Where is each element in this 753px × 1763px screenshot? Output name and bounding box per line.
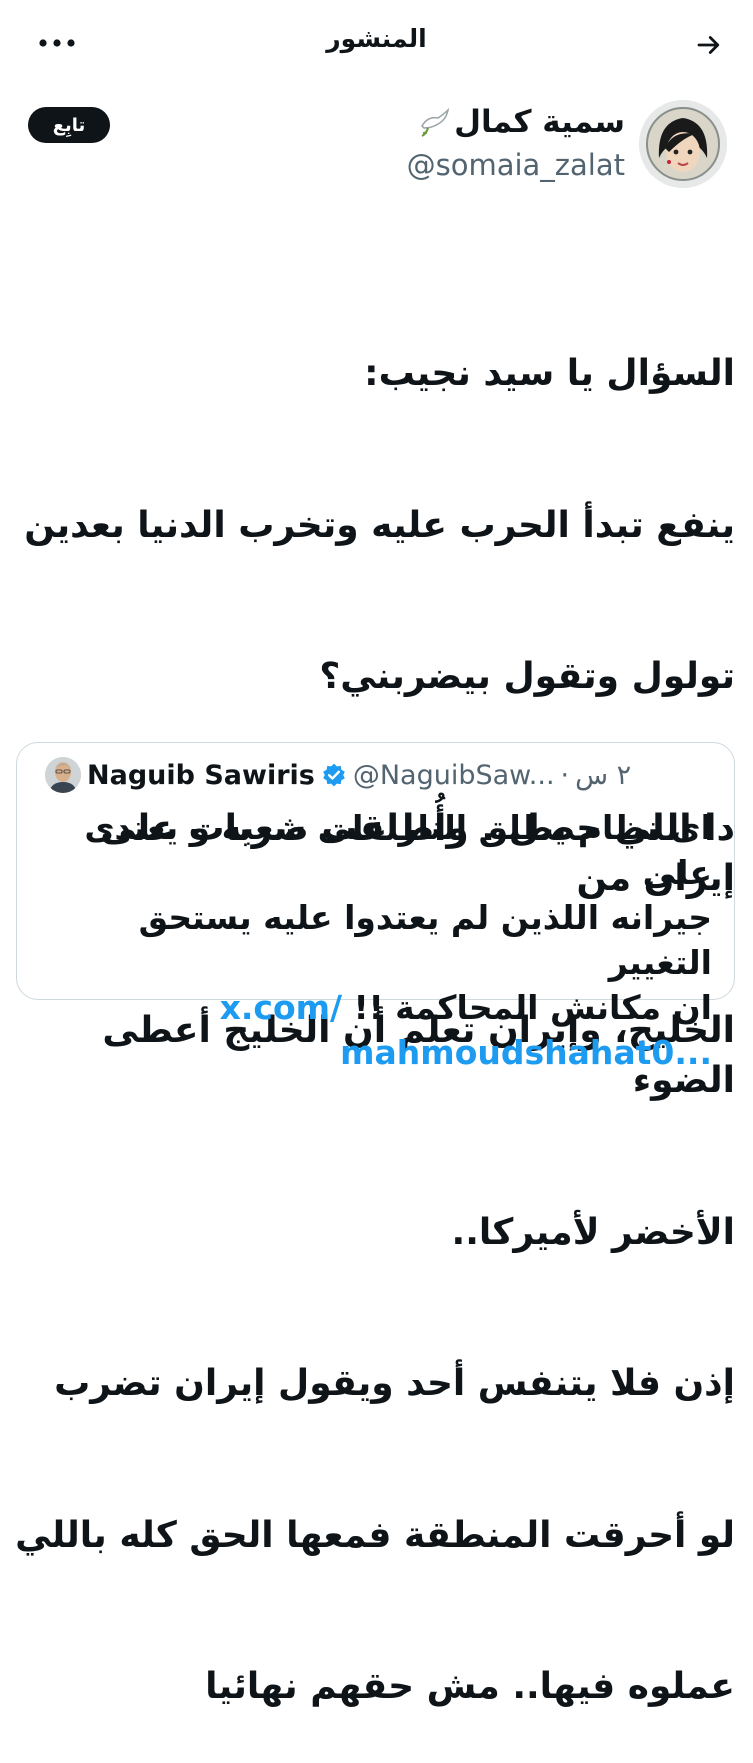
- quoted-tweet-time: ٢ س: [575, 759, 632, 791]
- tweet-line: لو أحرقت المنطقة فمعها الحق كله باللي: [15, 1514, 735, 1556]
- quoted-link[interactable]: x.com/: [220, 988, 343, 1027]
- tweet-line: تولول وتقول بيضربني؟: [319, 656, 735, 697]
- quoted-line: mahmoudshahat0...: [32, 1030, 712, 1075]
- more-horizontal-icon: [39, 39, 75, 47]
- quoted-tweet-header: Naguib Sawiris @NaguibSaw... · ٢ س: [45, 757, 715, 793]
- tweet-line: السؤال يا سيد نجيب:: [364, 353, 735, 394]
- man-avatar-icon: [45, 757, 81, 793]
- follow-button[interactable]: تابِع: [28, 107, 110, 143]
- quoted-line-text: ان مكانش المحاكمة !!: [353, 988, 712, 1027]
- quoted-line: جيرانه اللذين لم يعتدوا عليه يستحق التغي…: [138, 898, 712, 982]
- quoted-link-continued[interactable]: mahmoudshahat0...: [340, 1033, 712, 1072]
- quoted-author-name: Naguib Sawiris: [87, 759, 315, 791]
- tweet-line: ينفع تبدأ الحرب عليه وتخرب الدنيا بعدين: [24, 504, 735, 546]
- avatar[interactable]: [639, 100, 727, 188]
- top-bar: المنشور: [0, 0, 753, 86]
- tweet-line: عملوه فيها.. مش حقهم نهائيا: [205, 1666, 735, 1707]
- dove-emoji-icon: [418, 106, 450, 138]
- quoted-author-handle: @NaguibSaw...: [352, 759, 555, 791]
- tweet-line: إذن فلا يتنفس أحد ويقول إيران تضرب: [54, 1363, 735, 1404]
- quoted-tweet-card[interactable]: Naguib Sawiris @NaguibSaw... · ٢ س اى نظ…: [16, 742, 735, 1072]
- author-handle[interactable]: @somaia_zalat: [407, 148, 625, 182]
- tweet-line: الأخضر لأميركا..: [451, 1211, 735, 1253]
- more-button[interactable]: [32, 26, 82, 60]
- separator-dot: ·: [560, 759, 570, 791]
- author-name-row[interactable]: سمية كمال: [418, 104, 625, 140]
- author-display-name[interactable]: سمية كمال: [454, 104, 625, 140]
- verified-badge-icon: [321, 762, 347, 788]
- quoted-tweet-text: اى نظام يطلق النار على شعبه و يعتدى على …: [32, 805, 712, 1075]
- quoted-author-avatar: [45, 757, 81, 793]
- page-title: المنشور: [326, 24, 427, 53]
- quoted-line: ان مكانش المحاكمة !! x.com/: [32, 985, 712, 1030]
- quoted-line: اى نظام يطلق النار على شعبه و يعتدى على: [84, 808, 712, 892]
- cartoon-woman-avatar-icon: [639, 100, 727, 188]
